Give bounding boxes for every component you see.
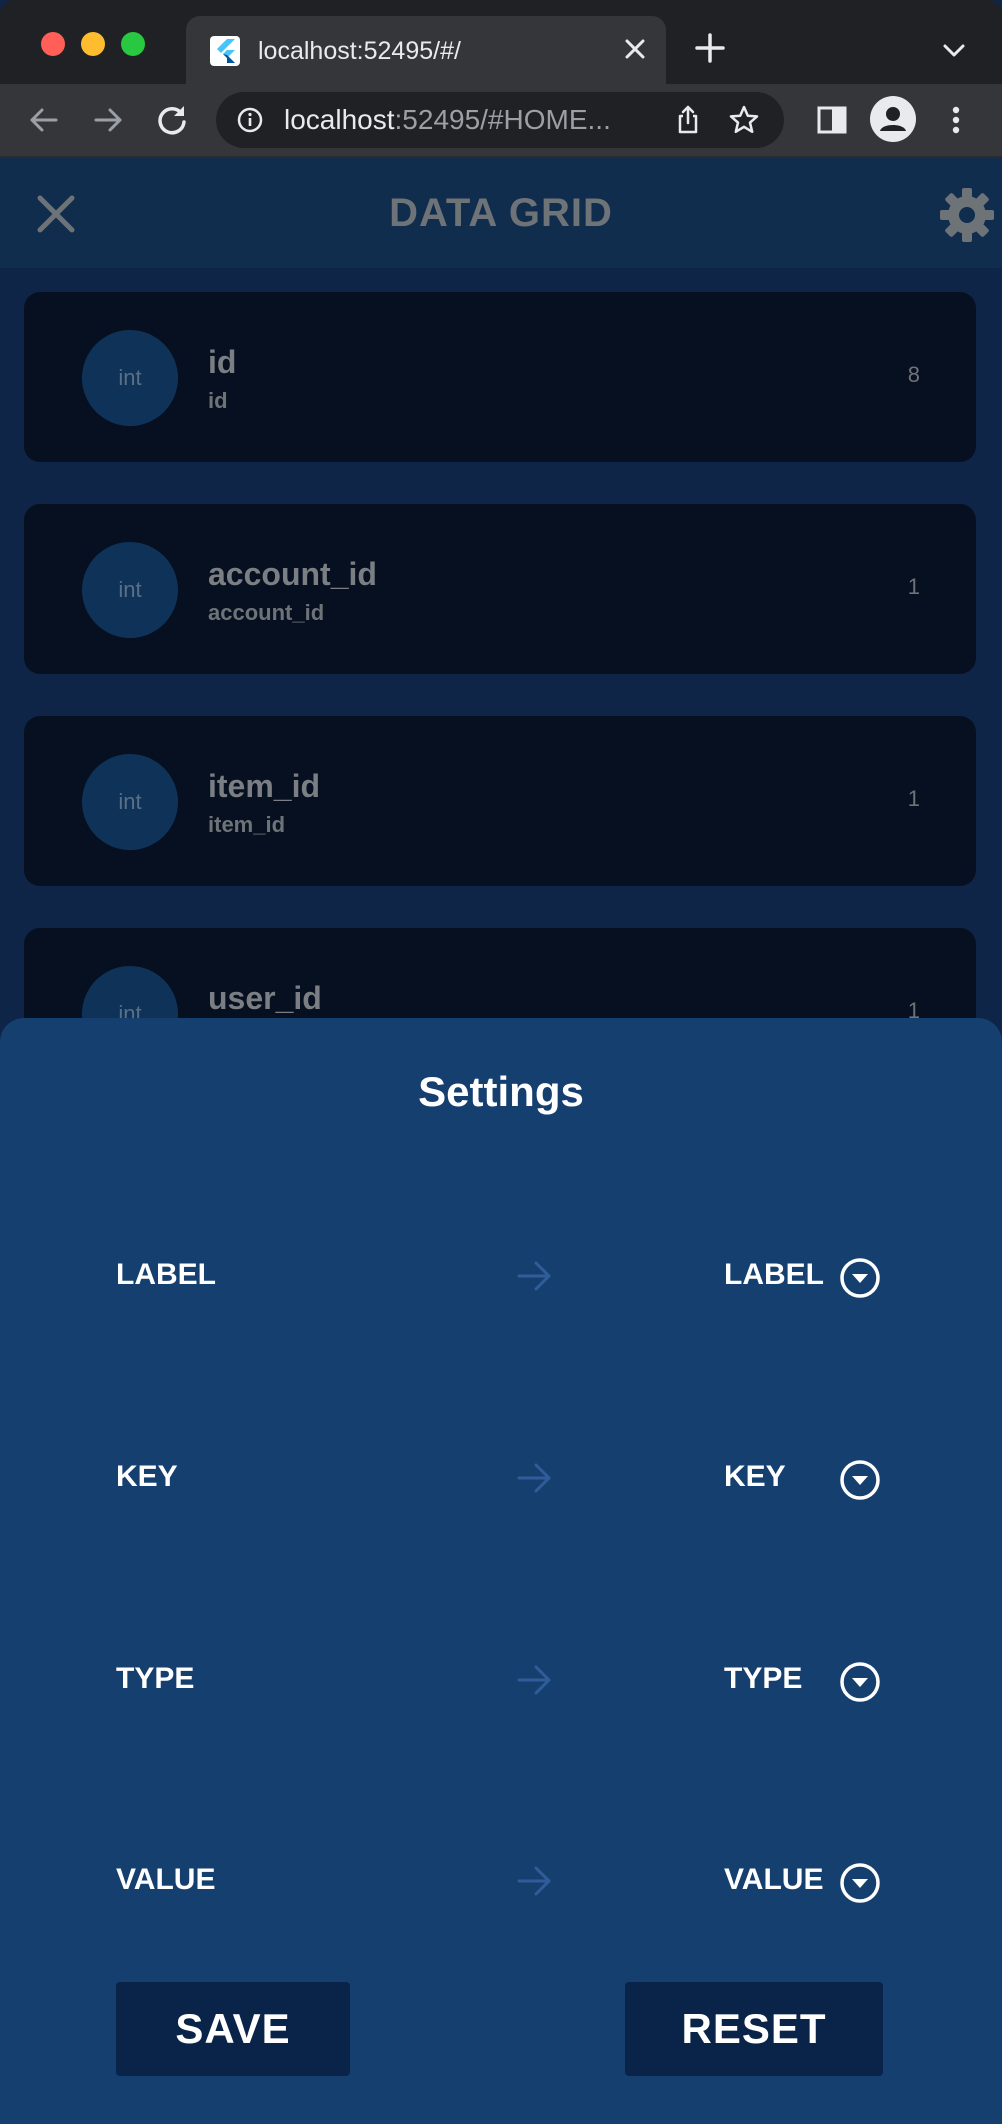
window-maximize-button[interactable] <box>121 32 145 56</box>
type-avatar: int <box>82 542 178 638</box>
more-vert-icon[interactable] <box>938 98 974 142</box>
flutter-icon <box>210 36 240 66</box>
chevron-down-icon[interactable] <box>936 32 972 68</box>
back-arrow-icon[interactable] <box>22 98 66 142</box>
mapping-source: VALUE <box>116 1863 216 1896</box>
url-text: localhost:52495/#HOME... <box>284 102 611 138</box>
list-item[interactable]: int id id 8 <box>24 292 976 462</box>
mapping-row-value: VALUE VALUE <box>0 1851 1002 1911</box>
settings-sheet: Settings LABEL LABEL KEY KEY TYPE TYPE V… <box>0 1018 1002 2124</box>
mapping-source: KEY <box>116 1460 178 1493</box>
mapping-target[interactable]: LABEL <box>724 1258 824 1292</box>
url-host: localhost <box>284 104 395 135</box>
arrow-right-icon <box>516 1460 554 1496</box>
window-minimize-button[interactable] <box>81 32 105 56</box>
field-title: account_id <box>208 556 377 592</box>
new-tab-icon[interactable] <box>690 28 730 68</box>
mapping-target[interactable]: TYPE <box>724 1662 802 1696</box>
window-close-button[interactable] <box>41 32 65 56</box>
list-item[interactable]: int account_id account_id 1 <box>24 504 976 674</box>
mapping-target[interactable]: VALUE <box>724 1863 823 1897</box>
mapping-row-key: KEY KEY <box>0 1448 1002 1508</box>
field-count: 1 <box>907 574 920 599</box>
reset-button[interactable]: RESET <box>625 1982 883 2076</box>
type-avatar: int <box>82 754 178 850</box>
app-bar: DATA GRID <box>0 158 1002 268</box>
side-panel-icon[interactable] <box>810 98 854 142</box>
tab-title: localhost:52495/#/ <box>258 37 461 65</box>
share-icon[interactable] <box>672 104 704 136</box>
browser-tab-active[interactable]: localhost:52495/#/ <box>186 16 666 84</box>
gear-icon[interactable] <box>938 186 996 244</box>
reload-icon[interactable] <box>150 98 194 142</box>
settings-title: Settings <box>418 1068 584 1115</box>
dropdown-circle-icon[interactable] <box>838 1256 882 1300</box>
field-subtitle: id <box>208 388 228 413</box>
save-button[interactable]: SAVE <box>116 1982 350 2076</box>
list-item[interactable]: int item_id item_id 1 <box>24 716 976 886</box>
arrow-right-icon <box>516 1258 554 1294</box>
forward-arrow-icon[interactable] <box>86 98 130 142</box>
field-count: 1 <box>907 786 920 811</box>
mapping-row-label: LABEL LABEL <box>0 1246 1002 1306</box>
page-title: DATA GRID <box>389 191 613 235</box>
bookmark-star-icon[interactable] <box>728 104 760 136</box>
field-title: user_id <box>208 980 322 1016</box>
dropdown-circle-icon[interactable] <box>838 1458 882 1502</box>
browser-toolbar: localhost:52495/#HOME... <box>0 84 1002 156</box>
dropdown-circle-icon[interactable] <box>838 1861 882 1905</box>
mapping-source: TYPE <box>116 1662 195 1695</box>
address-bar[interactable]: localhost:52495/#HOME... <box>216 92 784 148</box>
field-count: 8 <box>907 362 920 387</box>
field-title: id <box>208 344 237 380</box>
browser-tab-bar: localhost:52495/#/ <box>0 0 1002 84</box>
field-subtitle: item_id <box>208 812 286 837</box>
mapping-target[interactable]: KEY <box>724 1460 786 1494</box>
profile-avatar-icon[interactable] <box>870 96 916 142</box>
mapping-row-type: TYPE TYPE <box>0 1650 1002 1710</box>
arrow-right-icon <box>516 1863 554 1899</box>
field-title: item_id <box>208 768 321 804</box>
url-path: :52495/#HOME... <box>394 104 611 135</box>
close-tab-icon[interactable] <box>618 32 652 66</box>
arrow-right-icon <box>516 1662 554 1698</box>
mapping-source: LABEL <box>116 1258 216 1291</box>
field-subtitle: account_id <box>208 600 325 625</box>
type-avatar: int <box>82 330 178 426</box>
info-icon[interactable] <box>236 106 264 134</box>
dropdown-circle-icon[interactable] <box>838 1660 882 1704</box>
